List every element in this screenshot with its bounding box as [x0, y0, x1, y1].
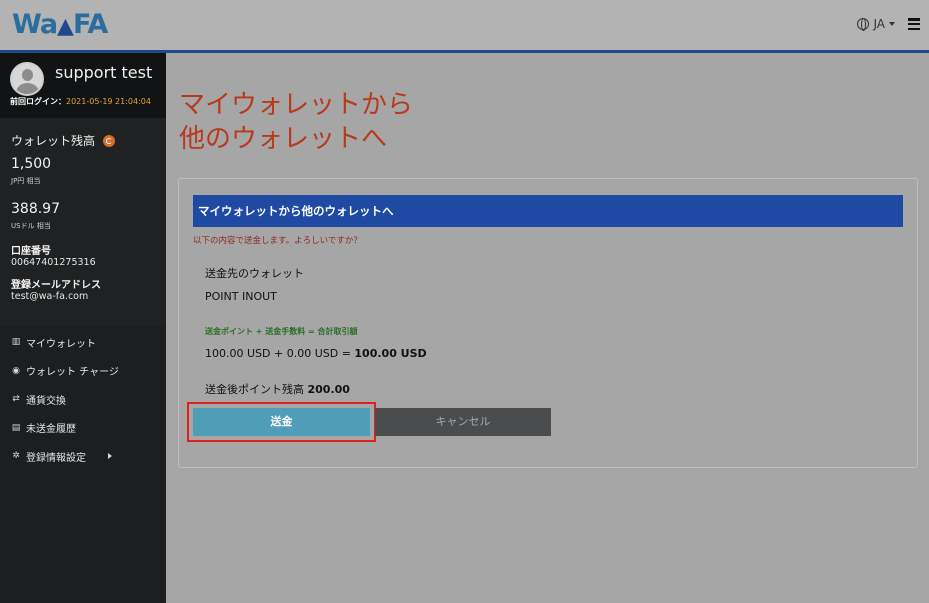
balance-amount-usd: 388.97	[11, 201, 60, 217]
cancel-button[interactable]: キャンセル	[375, 408, 551, 436]
last-login-label: 前回ログイン：	[10, 97, 66, 106]
formula-total: 100.00 USD	[354, 347, 427, 360]
page-title-line2: 他のウォレットへ	[179, 124, 388, 154]
refresh-icon[interactable]	[103, 134, 116, 147]
confirm-message: 以下の内容で送金します。よろしいですか？	[193, 236, 362, 246]
top-bar: Wa▲FA JA	[0, 0, 929, 50]
formula-prefix: 100.00 USD + 0.00 USD =	[205, 347, 355, 360]
logo-text-right: FA	[72, 9, 108, 40]
globe-icon	[857, 18, 870, 31]
bank-icon: ▥	[11, 337, 21, 348]
account-number-label: 口座番号	[11, 246, 51, 257]
sidebar-item-currency-exchange[interactable]: ⇄ 通貨交換	[0, 385, 166, 414]
account-number: 00647401275316	[11, 257, 96, 268]
sidebar: support test 前回ログイン：2021-05-19 21:04:04 …	[0, 53, 166, 603]
sidebar-item-label: 登録情報設定	[26, 452, 86, 464]
sidebar-item-wallet-charge[interactable]: ◉ ウォレット チャージ	[0, 357, 166, 386]
user-profile: support test 前回ログイン：2021-05-19 21:04:04	[0, 53, 166, 118]
last-login-value: 2021-05-19 21:04:04	[66, 97, 151, 106]
username: support test	[55, 63, 153, 82]
card-header: マイウォレットから他のウォレットへ	[193, 195, 903, 227]
sidebar-menu: ▥ マイウォレット ◉ ウォレット チャージ ⇄ 通貨交換 ▤ 未送金履歴 ✲ …	[0, 328, 166, 471]
sidebar-item-label: 通貨交換	[26, 395, 66, 407]
after-balance: 送金後ポイント残高 200.00	[205, 381, 350, 397]
destination-label: 送金先のウォレット	[205, 267, 304, 280]
send-button[interactable]: 送金	[193, 408, 370, 436]
wallet-balance-title: ウォレット残高	[11, 132, 116, 149]
email: test@wa-fa.com	[11, 291, 89, 302]
main-content: マイウォレットから 他のウォレットへ マイウォレットから他のウォレットへ 以下の…	[166, 53, 929, 603]
email-label: 登録メールアドレス	[11, 280, 101, 291]
balance-unit-jpy: JP円 相当	[11, 177, 41, 185]
wallet-balance-label: ウォレット残高	[11, 134, 96, 148]
sidebar-item-label: ウォレット チャージ	[26, 367, 119, 379]
logo-text-left: Wa	[12, 9, 58, 40]
wallet-balance-panel: ウォレット残高 1,500 JP円 相当 388.97 USドル 相当 口座番号…	[0, 118, 166, 326]
logo-drop-icon: ▲	[57, 14, 74, 39]
page-title-line1: マイウォレットから	[179, 90, 414, 120]
language-label: JA	[873, 17, 885, 31]
caret-down-icon	[889, 22, 895, 26]
sidebar-item-unsent-history[interactable]: ▤ 未送金履歴	[0, 414, 166, 443]
sidebar-item-label: マイウォレット	[26, 338, 96, 350]
after-balance-value: 200.00	[307, 383, 350, 396]
page-title: マイウォレットから 他のウォレットへ	[179, 88, 413, 156]
balance-amount-jpy: 1,500	[11, 156, 52, 172]
gear-icon: ✲	[12, 451, 20, 462]
transfer-confirm-card: マイウォレットから他のウォレットへ 以下の内容で送金します。よろしいですか？ 送…	[178, 178, 918, 468]
avatar	[10, 62, 44, 96]
balance-unit-usd: USドル 相当	[11, 222, 51, 230]
language-selector[interactable]: JA	[857, 17, 895, 31]
coins-icon: ◉	[12, 365, 20, 376]
logo[interactable]: Wa▲FA	[12, 9, 108, 40]
formula-label: 送金ポイント + 送金手数料 = 合計取引額	[205, 327, 358, 336]
last-login: 前回ログイン：2021-05-19 21:04:04	[10, 96, 151, 107]
after-balance-label: 送金後ポイント残高	[205, 383, 308, 396]
exchange-icon: ⇄	[12, 394, 20, 405]
history-icon: ▤	[11, 422, 21, 433]
formula: 100.00 USD + 0.00 USD = 100.00 USD	[205, 347, 427, 360]
sidebar-item-label: 未送金履歴	[26, 424, 76, 436]
sidebar-item-my-wallet[interactable]: ▥ マイウォレット	[0, 328, 166, 357]
hamburger-menu-icon[interactable]	[908, 18, 920, 30]
chevron-right-icon	[108, 453, 112, 460]
destination-value: POINT INOUT	[205, 290, 277, 303]
sidebar-item-registration-settings[interactable]: ✲ 登録情報設定	[0, 442, 166, 471]
